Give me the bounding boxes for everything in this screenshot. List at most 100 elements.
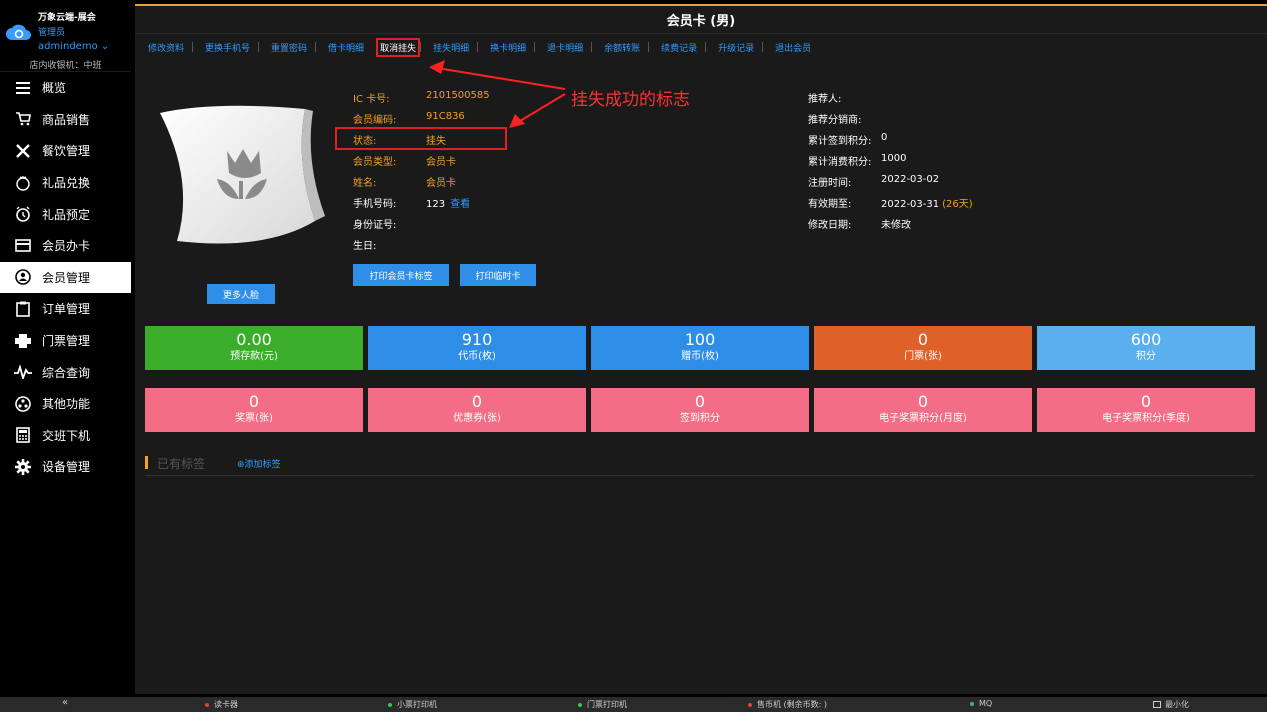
stat-value: 0	[471, 392, 483, 411]
tab-5[interactable]: 挂失明细	[420, 41, 477, 54]
stat-label: 赠币(枚)	[681, 351, 719, 362]
sidebar-item-label: 会员办卡	[42, 239, 91, 254]
sidebar-item-clock[interactable]: 礼品预定	[0, 198, 131, 230]
sidebar-item-user[interactable]: 会员管理	[0, 261, 131, 294]
user-menu[interactable]: admindemo ⌄	[38, 41, 109, 52]
device-status[interactable]: 门票打印机	[578, 699, 627, 710]
stat-value: 910	[461, 330, 493, 349]
info-value: 0	[881, 132, 887, 143]
info-value-text: 123	[426, 199, 446, 210]
info-label: 身份证号:	[353, 220, 397, 231]
info-row: 姓名: 会员卡	[353, 174, 553, 189]
tab-8[interactable]: 余额转账	[591, 41, 648, 54]
stat-card[interactable]: 0 奖票(张)	[145, 388, 363, 432]
stat-card[interactable]: 0 电子奖票积分(月度)	[814, 388, 1032, 432]
tab-3[interactable]: 借卡明细	[315, 41, 372, 54]
info-label: 修改日期:	[808, 220, 852, 231]
info-label: 手机号码:	[353, 199, 397, 210]
stat-value: 0	[248, 392, 260, 411]
sidebar-item-label: 设备管理	[42, 460, 91, 475]
info-value: 2022-03-31 (26天)	[881, 195, 973, 210]
info-label: 推荐人:	[808, 94, 842, 105]
info-row: 身份证号:	[353, 216, 553, 231]
sidebar-item-more-circle[interactable]: 其他功能	[0, 388, 131, 420]
menu-lines-icon	[14, 79, 32, 97]
info-value-text: 2022-03-02	[881, 174, 940, 185]
collapse-sidebar-button[interactable]: «	[62, 697, 68, 708]
sidebar-item-gift[interactable]: 礼品兑换	[0, 167, 131, 199]
info-label: 有效期至:	[808, 199, 852, 210]
stat-value: 100	[684, 330, 716, 349]
stat-card[interactable]: 0 优惠券(张)	[368, 388, 586, 432]
sidebar-item-card[interactable]: 会员办卡	[0, 230, 131, 262]
brand-block: 万象云端-展会 管理员 admindemo ⌄ 店内收银机：中班	[0, 0, 131, 72]
stat-card[interactable]: 600 积分	[1037, 326, 1255, 370]
info-row: 累计签到积分: 0	[808, 132, 1068, 147]
print-card-label-button[interactable]: 打印会员卡标签	[353, 264, 449, 286]
sidebar-item-calculator[interactable]: 交班下机	[0, 420, 131, 452]
page-title: 会员卡 (男)	[135, 6, 1267, 34]
print-temp-card-button[interactable]: 打印临时卡	[460, 264, 536, 286]
info-value-text: 未修改	[881, 220, 911, 231]
tab-7[interactable]: 退卡明细	[534, 41, 591, 54]
sidebar-item-label: 门票管理	[42, 334, 91, 349]
sidebar-item-label: 礼品兑换	[42, 176, 91, 191]
stat-card[interactable]: 0 签到积分	[591, 388, 809, 432]
sidebar: 万象云端-展会 管理员 admindemo ⌄ 店内收银机：中班 概览 商品销售餐…	[0, 0, 131, 694]
device-status-label: 门票打印机	[587, 700, 627, 709]
stat-label: 代币(枚)	[458, 351, 496, 362]
tags-accent-bar	[145, 456, 148, 469]
tags-section: 已有标签 ⊕添加标签	[145, 454, 1255, 476]
calculator-icon	[14, 426, 32, 444]
tab-2[interactable]: 重置密码	[258, 41, 315, 54]
tab-4[interactable]: 取消挂失	[376, 37, 421, 57]
tab-6[interactable]: 换卡明细	[477, 41, 534, 54]
device-status[interactable]: MQ	[970, 699, 992, 708]
info-row: 生日:	[353, 237, 553, 252]
tab-0[interactable]: 修改资料	[135, 41, 192, 54]
sidebar-item-gear[interactable]: 设备管理	[0, 451, 131, 483]
stat-card[interactable]: 100 赠币(枚)	[591, 326, 809, 370]
stat-card[interactable]: 0.00 预存款(元)	[145, 326, 363, 370]
sidebar-item-label: 餐饮管理	[42, 144, 91, 159]
info-label: 注册时间:	[808, 178, 852, 189]
sidebar-item-pulse[interactable]: 综合查询	[0, 356, 131, 388]
card-icon	[14, 237, 32, 255]
device-status-label: 售币机 (剩余币数: )	[757, 700, 828, 709]
member-info-right: 推荐人: 推荐分销商: 累计签到积分: 0 累计消费积分: 1000 注册时间: 2022-0…	[808, 90, 1068, 240]
tab-9[interactable]: 续费记录	[648, 41, 705, 54]
info-row: 修改日期: 未修改	[808, 216, 1068, 231]
sidebar-item-label: 其他功能	[42, 397, 91, 412]
sidebar-item-menu-lines[interactable]: 概览	[0, 72, 131, 104]
info-row: 推荐分销商:	[808, 111, 1068, 126]
status-dot-icon	[388, 702, 392, 707]
tab-10[interactable]: 升级记录	[705, 41, 762, 54]
info-label: 累计签到积分:	[808, 136, 872, 147]
more-faces-button[interactable]: 更多人脸	[207, 284, 275, 304]
sidebar-item-utensils[interactable]: 餐饮管理	[0, 135, 131, 167]
view-phone-link[interactable]: 查看	[450, 199, 470, 210]
stat-card[interactable]: 0 门票(张)	[814, 326, 1032, 370]
stat-value: 600	[1130, 330, 1162, 349]
stat-card[interactable]: 910 代币(枚)	[368, 326, 586, 370]
sidebar-item-printer[interactable]: 门票管理	[0, 325, 131, 357]
device-status[interactable]: 小票打印机	[388, 699, 437, 710]
annotation-arrows	[429, 60, 566, 128]
device-status[interactable]: 读卡器	[205, 699, 238, 710]
stat-card[interactable]: 0 电子奖票积分(季度)	[1037, 388, 1255, 432]
tab-11[interactable]: 退出会员	[762, 41, 819, 54]
status-dot-icon	[578, 702, 582, 707]
info-row: 会员类型: 会员卡	[353, 153, 553, 168]
info-value: 1000	[881, 153, 906, 164]
gift-icon	[14, 174, 32, 192]
add-tag-link[interactable]: ⊕添加标签	[237, 457, 281, 470]
sidebar-item-label: 礼品预定	[42, 207, 91, 222]
sidebar-item-cart[interactable]: 商品销售	[0, 104, 131, 136]
device-status[interactable]: 售币机 (剩余币数: )	[748, 699, 827, 710]
info-value: 会员卡	[426, 174, 456, 189]
days-remaining: (26天)	[942, 199, 973, 210]
sidebar-item-clipboard[interactable]: 订单管理	[0, 293, 131, 325]
minimize-button[interactable]: 最小化	[1153, 699, 1189, 710]
tab-1[interactable]: 更换手机号	[192, 41, 258, 54]
status-dot-icon	[205, 702, 209, 707]
